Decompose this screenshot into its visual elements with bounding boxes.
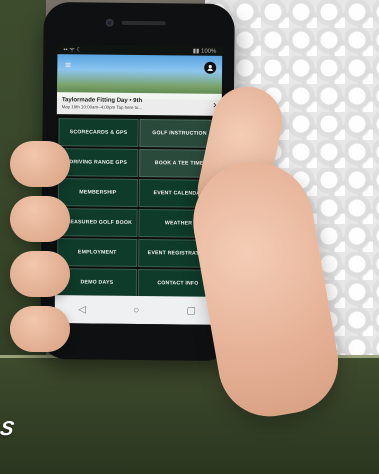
earpiece-speaker xyxy=(121,20,166,26)
tile-event-calendar[interactable]: EVENT CALENDAR xyxy=(138,179,220,208)
phone-screen: •• ᯤ ☾ ▮▮ 100% ≡ Taylormade Fitting Day … xyxy=(54,44,223,325)
tile-label: CONTACT INFO xyxy=(157,280,199,287)
bottom-green-banner xyxy=(0,355,379,474)
tile-driving-range-gps[interactable]: DRIVING RANGE GPS xyxy=(58,148,139,178)
recent-apps-icon[interactable]: ▢ xyxy=(187,305,197,316)
tile-label: EVENT REGISTRATION xyxy=(147,250,209,257)
tile-weather[interactable]: WEATHER xyxy=(138,209,219,238)
tile-golf-instruction[interactable]: GOLF INSTRUCTION xyxy=(139,119,220,148)
home-icon[interactable]: ○ xyxy=(133,304,139,315)
tile-label: DEMO DAYS xyxy=(80,279,114,286)
tile-label: GOLF INSTRUCTION xyxy=(152,130,207,137)
tile-label: EVENT CALENDAR xyxy=(153,190,205,197)
tile-label: WEATHER xyxy=(164,220,193,227)
front-camera xyxy=(105,18,114,27)
tile-membership[interactable]: MEMBERSHIP xyxy=(57,178,139,208)
back-icon[interactable]: ◁ xyxy=(78,304,86,315)
status-left: •• ᯤ ☾ xyxy=(63,47,82,54)
android-navigation-bar: ◁ ○ ▢ xyxy=(54,295,220,325)
tile-employment[interactable]: EMPLOYMENT xyxy=(57,238,138,268)
tile-contact-info[interactable]: CONTACT INFO xyxy=(137,269,219,298)
tile-label: TREASURED GOLF BOOK xyxy=(63,219,133,226)
tile-label: SCORECARDS & GPS xyxy=(69,129,128,136)
smartphone: •• ᯤ ☾ ▮▮ 100% ≡ Taylormade Fitting Day … xyxy=(40,2,235,361)
menu-icon[interactable]: ≡ xyxy=(65,60,71,71)
tile-book-tee-time[interactable]: BOOK A TEE TIME xyxy=(139,149,220,178)
profile-icon[interactable] xyxy=(204,61,217,74)
tile-label: EMPLOYMENT xyxy=(77,249,117,256)
tile-label: BOOK A TEE TIME xyxy=(154,160,204,167)
tile-demo-days[interactable]: DEMO DAYS xyxy=(56,268,138,297)
tile-treasured-golf-book[interactable]: TREASURED GOLF BOOK xyxy=(57,208,138,238)
promo-subtitle: May 19th 10:00am–4:00pm Tap here to... xyxy=(61,103,143,110)
tile-event-registration[interactable]: EVENT REGISTRATION xyxy=(138,239,219,268)
tile-label: DRIVING RANGE GPS xyxy=(69,159,128,166)
feature-grid: SCORECARDS & GPS GOLF INSTRUCTION DRIVIN… xyxy=(54,116,222,298)
tile-scorecards-gps[interactable]: SCORECARDS & GPS xyxy=(58,118,139,148)
status-right: ▮▮ 100% xyxy=(192,48,217,55)
tile-label: MEMBERSHIP xyxy=(79,189,117,196)
chevron-right-icon[interactable]: › xyxy=(208,99,222,110)
promo-banner[interactable]: Taylormade Fitting Day • 9th May 19th 10… xyxy=(56,92,222,116)
promo-text: Taylormade Fitting Day • 9th May 19th 10… xyxy=(57,97,208,112)
